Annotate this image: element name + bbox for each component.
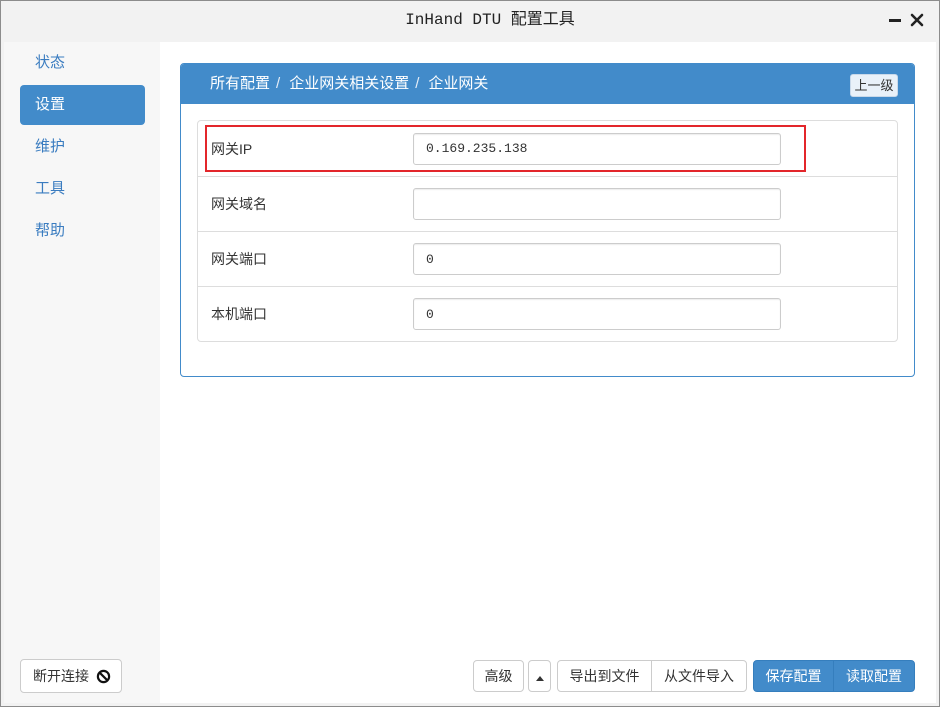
sidebar: 状态 设置 维护 工具 帮助 断开连接 (4, 42, 160, 703)
advanced-dropdown-button[interactable] (528, 660, 551, 692)
field-row-gateway-port: 网关端口 (198, 231, 897, 286)
config-panel: 所有配置 / 企业网关相关设置 / 企业网关 上一级 网关IP 网关域名 网关端口 (180, 63, 915, 377)
field-row-gateway-domain: 网关域名 (198, 176, 897, 231)
field-row-local-port: 本机端口 (198, 286, 897, 341)
caret-up-icon (535, 661, 544, 691)
breadcrumb-separator: / (276, 75, 281, 92)
sidebar-item-maintenance[interactable]: 维护 (20, 127, 145, 167)
save-config-button[interactable]: 保存配置 (753, 660, 834, 692)
panel-heading: 所有配置 / 企业网关相关设置 / 企业网关 上一级 (181, 64, 914, 104)
field-label: 网关端口 (211, 251, 267, 267)
close-icon[interactable] (909, 12, 925, 28)
field-list: 网关IP 网关域名 网关端口 本机端口 (197, 120, 898, 342)
main-content: 所有配置 / 企业网关相关设置 / 企业网关 上一级 网关IP 网关域名 网关端口 (160, 42, 936, 703)
minimize-icon[interactable] (887, 12, 903, 28)
disconnect-label: 断开连接 (33, 668, 89, 684)
sidebar-item-tools[interactable]: 工具 (20, 169, 145, 209)
advanced-button[interactable]: 高级 (473, 660, 524, 692)
breadcrumb-item-gateway: 企业网关 (428, 75, 489, 92)
breadcrumb-item-all-config[interactable]: 所有配置 (210, 75, 270, 92)
app-window: InHand DTU 配置工具 状态 设置 维护 工具 帮助 断开连接 所有配置… (0, 0, 940, 707)
breadcrumb-item-gateway-settings[interactable]: 企业网关相关设置 (289, 75, 409, 92)
disconnect-button[interactable]: 断开连接 (20, 659, 122, 693)
read-config-button[interactable]: 读取配置 (833, 660, 915, 692)
export-to-file-button[interactable]: 导出到文件 (557, 660, 652, 692)
field-label: 网关域名 (211, 196, 267, 212)
window-title: InHand DTU 配置工具 (405, 11, 575, 29)
field-row-gateway-ip: 网关IP (198, 121, 897, 176)
ban-icon (96, 669, 111, 684)
gateway-domain-input[interactable] (413, 188, 781, 220)
sidebar-nav: 状态 设置 维护 工具 帮助 (20, 43, 145, 253)
sidebar-item-help[interactable]: 帮助 (20, 211, 145, 251)
sidebar-item-status[interactable]: 状态 (20, 43, 145, 83)
breadcrumb-separator: / (415, 75, 420, 92)
breadcrumb: 所有配置 / 企业网关相关设置 / 企业网关 (210, 75, 488, 92)
parent-level-button[interactable]: 上一级 (850, 74, 898, 97)
panel-body: 网关IP 网关域名 网关端口 本机端口 (181, 104, 914, 358)
title-bar: InHand DTU 配置工具 (0, 0, 940, 42)
local-port-input[interactable] (413, 298, 781, 330)
field-label: 本机端口 (211, 306, 267, 322)
sidebar-item-settings[interactable]: 设置 (20, 85, 145, 125)
gateway-port-input[interactable] (413, 243, 781, 275)
field-label: 网关IP (211, 140, 253, 157)
gateway-ip-input[interactable] (413, 132, 781, 165)
import-from-file-button[interactable]: 从文件导入 (651, 660, 747, 692)
